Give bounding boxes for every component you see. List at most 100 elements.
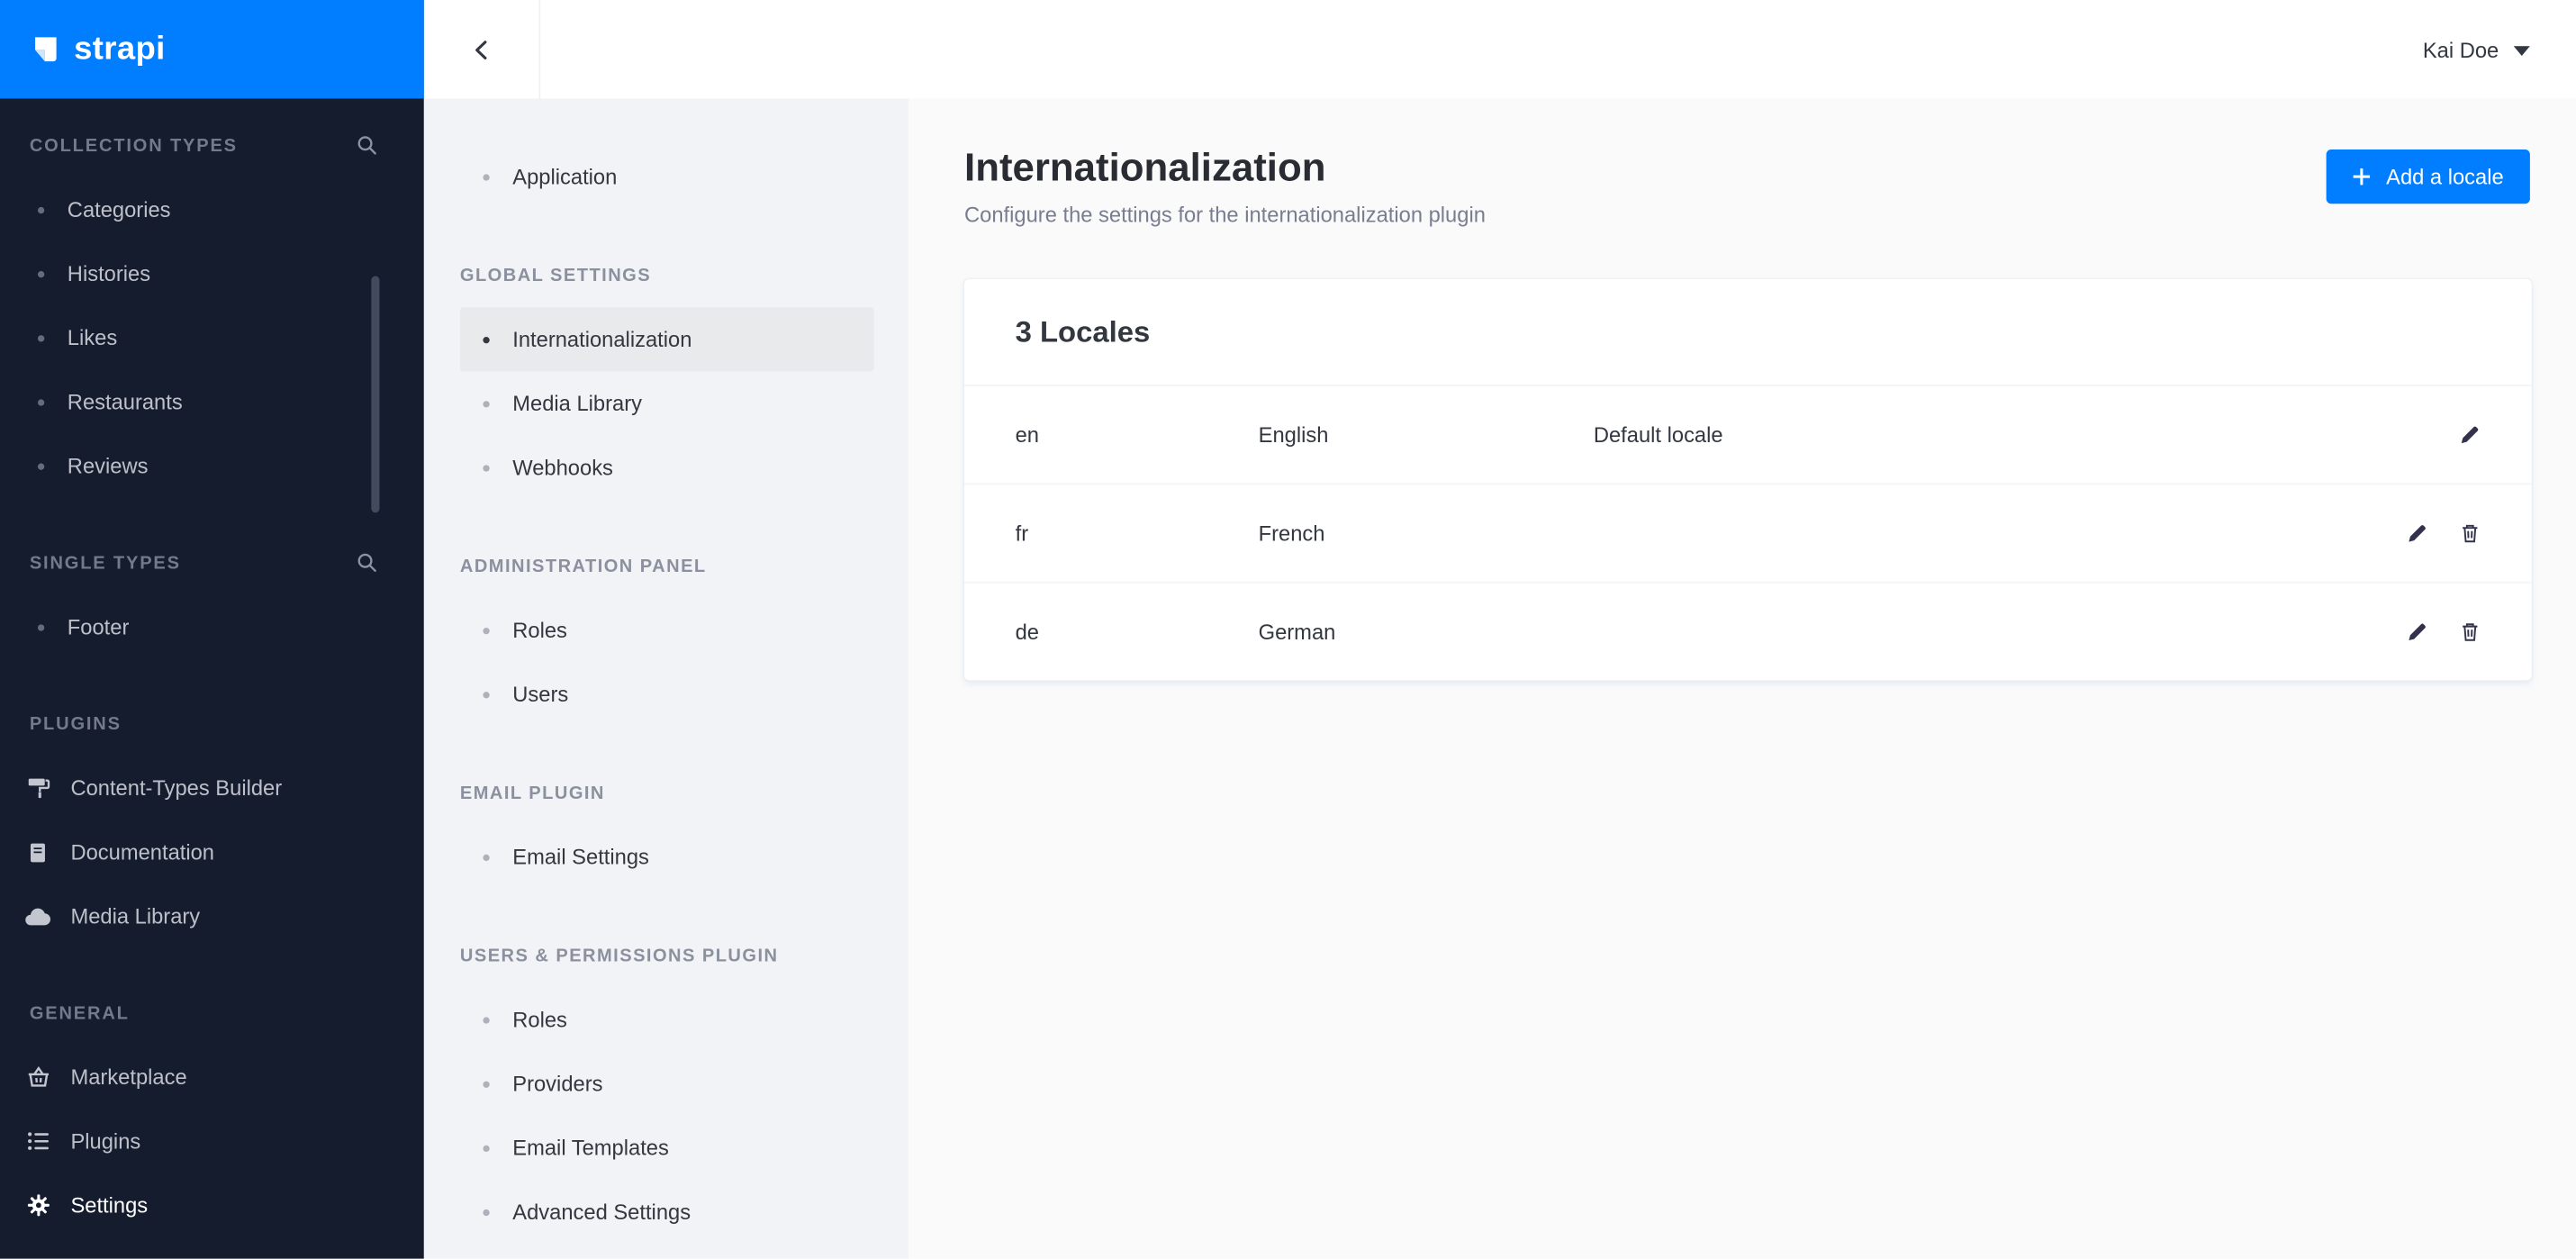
back-button[interactable] (423, 0, 541, 99)
bullet-icon (483, 1080, 490, 1087)
settings-subnav: Application GLOBAL SETTINGS Internationa… (423, 98, 909, 1259)
subnav-item-label: Email Templates (512, 1135, 669, 1161)
locale-code: fr (1015, 521, 1029, 546)
table-row: fr French (964, 483, 2532, 581)
list-icon (24, 1129, 50, 1154)
subnav-section-administration-panel: ADMINISTRATION PANEL (459, 556, 707, 576)
subnav-item-label: Advanced Settings (512, 1199, 691, 1225)
subnav-item-application[interactable]: Application (460, 145, 874, 209)
subnav-item-advanced-settings[interactable]: Advanced Settings (460, 1180, 874, 1244)
search-icon[interactable] (357, 135, 378, 157)
subnav-item-webhooks[interactable]: Webhooks (460, 436, 874, 500)
subnav-item-label: Users (512, 682, 569, 707)
table-row: de German (964, 581, 2532, 680)
sidebar-item-documentation[interactable]: Documentation (0, 820, 424, 883)
subnav-item-label: Webhooks (512, 455, 613, 480)
bullet-icon (483, 1208, 490, 1216)
section-label: COLLECTION TYPES (29, 135, 238, 156)
page-subtitle: Configure the settings for the internati… (964, 202, 1486, 227)
subnav-item-label: Application (512, 164, 618, 189)
sidebar-item-label: Likes (67, 325, 118, 350)
subnav-section-users-permissions: USERS & PERMISSIONS PLUGIN (459, 946, 779, 965)
locale-code: de (1015, 619, 1040, 645)
strapi-admin: strapi COLLECTION TYPES Categories Histo… (0, 0, 2576, 1259)
bullet-icon (483, 400, 490, 407)
delete-locale-button[interactable] (2456, 618, 2484, 646)
locale-note: Default locale (1593, 421, 1723, 448)
sidebar-item-label: Documentation (70, 839, 215, 865)
subnav-item-up-roles[interactable]: Roles (460, 988, 874, 1052)
sidebar-item-likes[interactable]: Likes (0, 305, 424, 369)
sidebar-item-label: Marketplace (70, 1064, 187, 1090)
plus-icon (2354, 168, 2372, 186)
edit-locale-button[interactable] (2456, 421, 2484, 448)
bullet-icon (37, 623, 45, 630)
sidebar-item-plugins[interactable]: Plugins (0, 1110, 424, 1173)
subnav-item-media-library[interactable]: Media Library (460, 371, 874, 435)
add-locale-label: Add a locale (2386, 164, 2504, 189)
sidebar-item-label: Plugins (70, 1128, 141, 1154)
subnav-item-internationalization[interactable]: Internationalization (459, 307, 874, 372)
locales-card: 3 Locales en English Default locale fr F… (964, 279, 2532, 681)
table-row: en English Default locale (964, 384, 2532, 483)
sidebar-item-label: Histories (67, 261, 151, 286)
sidebar-item-histories[interactable]: Histories (0, 241, 424, 305)
sidebar-item-label: Categories (67, 196, 171, 222)
sidebar-item-settings[interactable]: Settings (0, 1173, 424, 1237)
bullet-icon (483, 691, 490, 698)
sidebar-item-label: Settings (70, 1192, 149, 1218)
locale-name: German (1258, 619, 1336, 645)
section-general: GENERAL (0, 981, 424, 1045)
gear-icon (24, 1193, 50, 1218)
cloud-icon (24, 906, 51, 926)
sidebar-scrollbar[interactable] (371, 276, 380, 513)
edit-locale-button[interactable] (2403, 520, 2431, 548)
sidebar-item-footer[interactable]: Footer (0, 595, 424, 659)
sidebar-item-categories[interactable]: Categories (0, 177, 424, 241)
subnav-section-email-plugin: EMAIL PLUGIN (459, 783, 605, 803)
sidebar-item-label: Media Library (70, 903, 201, 928)
sidebar-item-media-library[interactable]: Media Library (0, 884, 424, 948)
locale-name: French (1258, 521, 1325, 546)
subnav-item-label: Email Settings (512, 844, 649, 870)
bullet-icon (483, 1016, 490, 1023)
subnav-item-label: Roles (512, 1007, 567, 1032)
bullet-icon (37, 398, 45, 405)
user-menu[interactable]: Kai Doe (2423, 0, 2530, 98)
bullet-icon (37, 334, 45, 341)
locale-code: en (1015, 421, 1040, 448)
section-label: PLUGINS (29, 713, 122, 734)
locales-card-title: 3 Locales (1015, 314, 1151, 348)
sidebar-item-content-types-builder[interactable]: Content-Types Builder (0, 756, 424, 820)
subnav-item-admin-users[interactable]: Users (460, 662, 874, 726)
subnav-item-admin-roles[interactable]: Roles (460, 598, 874, 662)
chevron-down-icon (2513, 46, 2530, 57)
basket-icon (24, 1064, 50, 1089)
section-plugins: PLUGINS (0, 692, 424, 756)
main-sidebar: strapi COLLECTION TYPES Categories Histo… (0, 0, 424, 1259)
user-name: Kai Doe (2422, 37, 2499, 62)
sidebar-item-label: Footer (67, 614, 130, 639)
bullet-icon (483, 336, 490, 343)
section-label: GENERAL (29, 1002, 130, 1023)
page-header: Internationalization Configure the setti… (964, 145, 1486, 227)
subnav-item-email-settings[interactable]: Email Settings (460, 825, 874, 889)
section-label: SINGLE TYPES (29, 552, 181, 573)
sidebar-item-restaurants[interactable]: Restaurants (0, 370, 424, 434)
edit-locale-button[interactable] (2403, 618, 2431, 646)
main-content: Internationalization Configure the setti… (908, 98, 2576, 1259)
paint-roller-icon (24, 775, 50, 800)
search-icon[interactable] (357, 552, 378, 574)
sidebar-item-reviews[interactable]: Reviews (0, 434, 424, 498)
delete-locale-button[interactable] (2456, 520, 2484, 548)
subnav-item-label: Internationalization (512, 327, 692, 352)
subnav-item-label: Roles (512, 618, 567, 643)
subnav-item-providers[interactable]: Providers (460, 1052, 874, 1116)
subnav-item-label: Media Library (512, 391, 642, 416)
add-locale-button[interactable]: Add a locale (2327, 149, 2530, 204)
topbar: Kai Doe (423, 0, 2576, 99)
subnav-item-email-templates[interactable]: Email Templates (460, 1116, 874, 1180)
subnav-section-global-settings: GLOBAL SETTINGS (459, 265, 652, 285)
strapi-logo[interactable]: strapi (0, 0, 424, 99)
sidebar-item-marketplace[interactable]: Marketplace (0, 1045, 424, 1109)
